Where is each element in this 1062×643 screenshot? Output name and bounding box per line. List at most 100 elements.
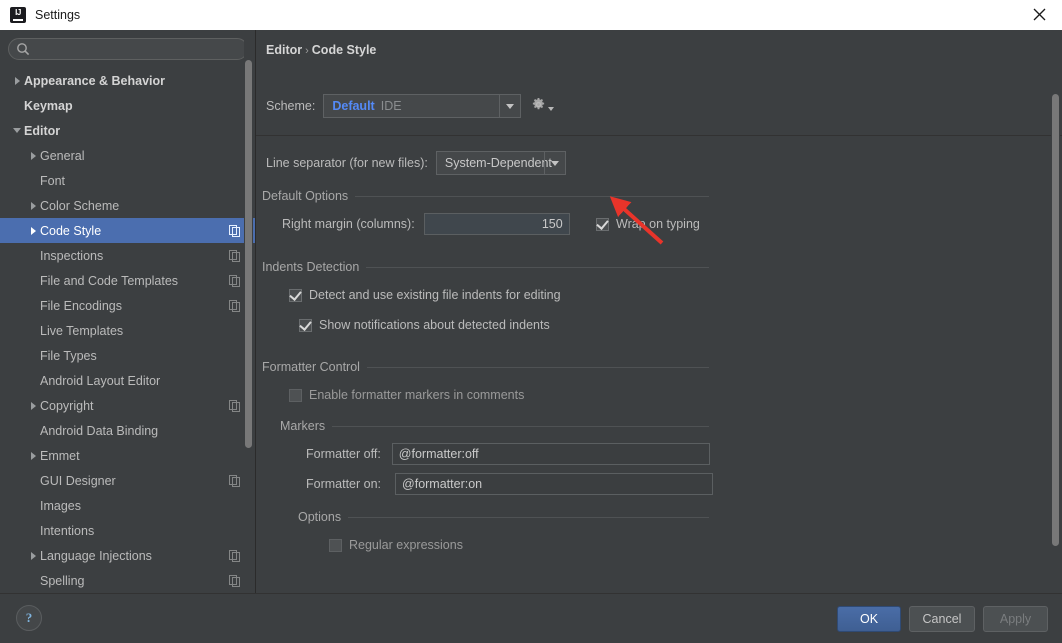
sidebar-scrollbar-thumb[interactable] [245,60,252,448]
regular-expressions-checkbox[interactable] [329,538,342,552]
group-divider [366,366,709,368]
sidebar-item-label: Appearance & Behavior [24,73,166,88]
sidebar-item-keymap[interactable]: Keymap [0,93,255,118]
regular-expressions-row[interactable]: Regular expressions [329,538,463,552]
chevron-right-icon[interactable] [10,76,24,85]
show-indent-notifications-row[interactable]: Show notifications about detected indent… [299,318,550,332]
ok-button[interactable]: OK [837,606,901,632]
content-scrollbar-track[interactable] [1051,30,1060,593]
sidebar-item-label: Copyright [40,398,94,413]
show-indent-notifications-label: Show notifications about detected indent… [319,318,550,332]
sidebar-item-inspections[interactable]: Inspections [0,243,255,268]
sidebar-item-live-templates[interactable]: Live Templates [0,318,255,343]
sidebar-item-images[interactable]: Images [0,493,255,518]
sidebar-item-editor[interactable]: Editor [0,118,255,143]
scheme-combobox[interactable]: Default IDE [323,94,522,118]
default-options-title: Default Options [262,189,349,203]
chevron-right-icon[interactable] [26,451,40,460]
chevron-right-icon[interactable] [26,551,40,560]
sidebar-item-intentions[interactable]: Intentions [0,518,255,543]
formatter-off-input[interactable] [391,443,710,465]
right-margin-row: Right margin (columns): [282,213,570,235]
sidebar-item-file-types[interactable]: File Types [0,343,255,368]
breadcrumb-parent[interactable]: Editor [266,43,302,57]
scheme-label: Scheme: [266,99,316,113]
settings-tree: Appearance & Behavior Keymap Editor General… [0,68,255,593]
sidebar-item-code-style[interactable]: Code Style [0,218,255,243]
group-divider [366,266,709,268]
sidebar-item-label: Inspections [40,248,104,263]
detect-indents-checkbox[interactable] [289,288,302,302]
regular-expressions-label: Regular expressions [349,538,463,552]
chevron-right-icon[interactable] [26,201,40,210]
line-separator-value: System-Dependent [444,156,552,170]
formatter-off-row: Formatter off: [306,443,710,465]
formatter-on-row: Formatter on: [306,473,714,495]
sidebar-item-font[interactable]: Font [0,168,255,193]
settings-scroll-area: Line separator (for new files): System-D… [256,136,1062,593]
formatter-control-group-header: Formatter Control [262,360,709,374]
breadcrumb: Editor › Code Style [266,43,376,57]
sidebar-item-label: Live Templates [40,323,124,338]
sidebar-item-color-scheme[interactable]: Color Scheme [0,193,255,218]
sidebar-item-android-layout-editor[interactable]: Android Layout Editor [0,368,255,393]
formatter-on-label: Formatter on: [306,477,382,491]
chevron-right-icon[interactable] [26,151,40,160]
enable-formatter-markers-row[interactable]: Enable formatter markers in comments [289,388,524,402]
cancel-button[interactable]: Cancel [909,606,975,632]
wrap-on-typing-row[interactable]: Wrap on typing [596,217,700,231]
sidebar-item-label: Editor [24,123,61,138]
wrap-on-typing-checkbox[interactable] [596,217,609,231]
sidebar-item-label: Language Injections [40,548,152,563]
sidebar-item-label: GUI Designer [40,473,116,488]
sidebar-item-label: Color Scheme [40,198,120,213]
scheme-row: Scheme: Default IDE [266,94,555,118]
title-bar: Settings [0,0,1062,31]
sidebar-item-general[interactable]: General [0,143,255,168]
scheme-settings-button[interactable] [531,97,555,115]
sidebar-item-copyright[interactable]: Copyright [0,393,255,418]
sidebar-item-spelling[interactable]: Spelling [0,568,255,593]
enable-formatter-markers-checkbox[interactable] [289,388,302,402]
scheme-kind: IDE [380,99,402,113]
chevron-right-icon[interactable] [26,226,40,235]
dialog-footer: ? OK Cancel Apply [0,593,1062,643]
sidebar-item-gui-designer[interactable]: GUI Designer [0,468,255,493]
project-settings-icon [229,274,241,287]
show-indent-notifications-checkbox[interactable] [299,318,312,332]
sidebar-item-language-injections[interactable]: Language Injections [0,543,255,568]
sidebar-item-file-encodings[interactable]: File Encodings [0,293,255,318]
breadcrumb-current: Code Style [311,43,377,57]
search-input[interactable] [8,38,248,60]
sidebar-item-android-data-binding[interactable]: Android Data Binding [0,418,255,443]
content-scrollbar-thumb[interactable] [1052,94,1059,546]
project-settings-icon [229,299,241,312]
chevron-down-icon[interactable] [10,128,24,133]
sidebar-item-appearance-behavior[interactable]: Appearance & Behavior [0,68,255,93]
sidebar-scrollbar-track[interactable] [244,30,253,593]
wrap-on-typing-label: Wrap on typing [616,217,700,231]
chevron-down-icon[interactable] [543,152,565,174]
apply-button[interactable]: Apply [983,606,1048,632]
formatter-on-input[interactable] [395,473,714,495]
window-title: Settings [35,8,81,22]
default-options-group-header: Default Options [262,189,709,203]
enable-formatter-markers-label: Enable formatter markers in comments [309,388,525,402]
chevron-down-icon[interactable] [499,95,520,117]
line-separator-combobox[interactable]: System-Dependent [435,151,566,175]
chevron-down-icon [548,107,555,111]
project-settings-icon [229,549,241,562]
close-icon[interactable] [1017,0,1062,29]
chevron-right-icon[interactable] [26,401,40,410]
project-settings-icon [229,574,241,587]
settings-content: Editor›Code Style Scheme: Default IDE [256,30,1062,593]
project-settings-icon [229,474,241,487]
detect-indents-row[interactable]: Detect and use existing file indents for… [289,288,561,302]
line-separator-row: Line separator (for new files): System-D… [266,151,566,175]
sidebar-item-emmet[interactable]: Emmet [0,443,255,468]
sidebar-item-file-and-code-templates[interactable]: File and Code Templates [0,268,255,293]
breadcrumb-separator: › [305,45,309,57]
help-button[interactable]: ? [16,605,42,631]
right-margin-input[interactable] [423,213,570,235]
group-divider [348,516,709,518]
